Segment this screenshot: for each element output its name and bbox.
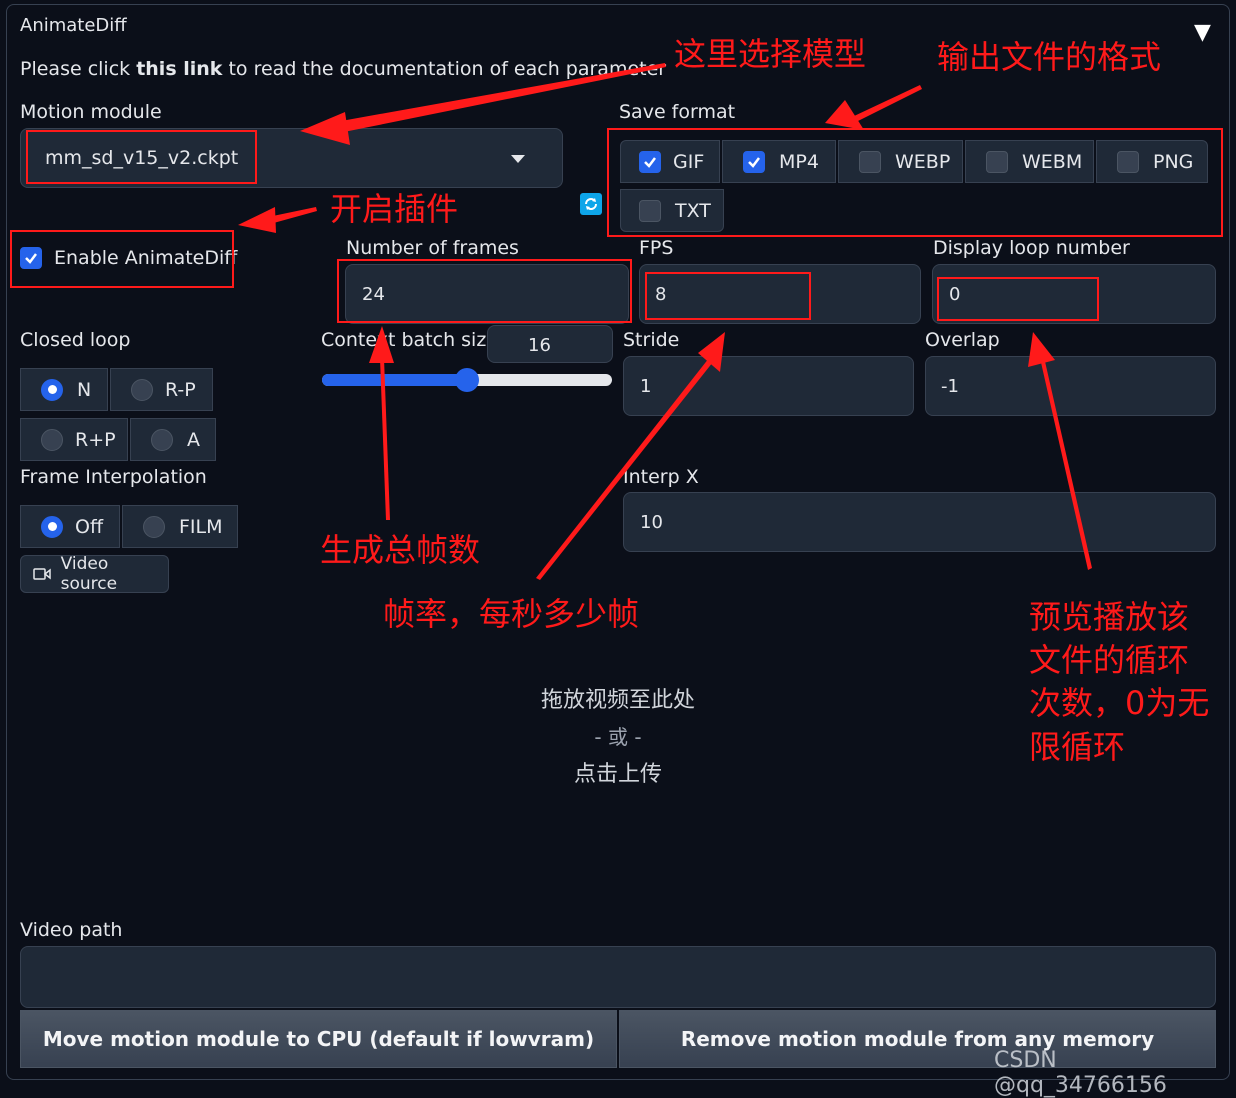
annotation-loop-line: 文件的循环 xyxy=(1029,641,1190,680)
arrow-to-frames xyxy=(380,358,390,520)
arrow-head-model xyxy=(300,112,350,145)
arrow-to-format xyxy=(852,85,922,122)
annotation-plugin: 开启插件 xyxy=(330,190,459,228)
arrow-head-fps xyxy=(698,332,725,372)
annotation-arrows xyxy=(238,63,1092,580)
annotation-fps: 帧率，每秒多少帧 xyxy=(383,595,640,633)
annotation-frames: 生成总帧数 xyxy=(320,531,481,569)
annotation-loop-line: 限循环 xyxy=(1029,727,1126,766)
arrow-head-frames xyxy=(369,326,394,363)
annotation-loop-line: 次数，0为无 xyxy=(1029,684,1210,723)
annotation-loop: 预览播放该 文件的循环 次数，0为无 限循环 xyxy=(1029,596,1209,769)
arrow-to-fps xyxy=(536,358,713,580)
arrow-head-loop xyxy=(1028,332,1055,367)
arrow-to-model xyxy=(330,63,666,134)
annotation-model: 这里选择模型 xyxy=(674,35,867,73)
annotation-loop-line: 预览播放该 xyxy=(1029,598,1190,636)
annotation-format: 输出文件的格式 xyxy=(937,38,1162,76)
arrow-head-enable xyxy=(238,207,276,233)
csdn-watermark: CSDN @qq_34766156 xyxy=(994,1048,1167,1098)
arrow-to-loop xyxy=(1040,357,1092,570)
